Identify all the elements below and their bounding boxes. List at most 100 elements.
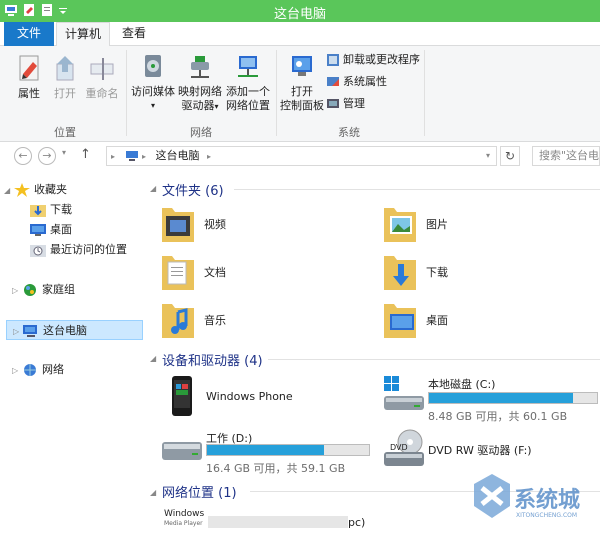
open-button[interactable]: 打开 [50,54,80,101]
system-drive-icon [384,376,424,410]
computer-icon [23,325,37,337]
chevron-down-icon[interactable]: ▾ [486,147,490,165]
section-divider [268,359,600,360]
collapse-icon[interactable]: ◢ [4,181,14,201]
nav-label: 收藏夹 [34,183,67,196]
device-drive-d[interactable]: 工作 (D:) 16.4 GB 可用，共 59.1 GB [158,426,378,475]
add-network-location-button[interactable]: 添加一个 网络位置 [224,52,272,113]
nav-desktop[interactable]: 桌面 [30,220,72,240]
forward-button[interactable]: → [38,147,56,165]
tab-computer[interactable]: 计算机 [56,22,110,47]
nav-label: 网络 [42,363,64,376]
folder-documents[interactable]: 文档 [160,252,360,292]
windows-media-player-logo: Windows Media Player [164,510,204,528]
nav-network[interactable]: ▷ 网络 [12,360,64,380]
drive-usage-bar [206,444,370,456]
control-panel-label-2: 控制面板 [280,99,324,112]
ribbon-separator [276,50,277,136]
nav-label: 最近访问的位置 [50,243,127,256]
collapse-icon[interactable]: ◢ [150,184,156,193]
nav-downloads[interactable]: 下载 [30,200,72,220]
drive-free-space: 8.48 GB 可用，共 60.1 GB [428,410,568,423]
chevron-right-icon: ▸ [142,152,147,161]
media-icon [145,55,161,77]
collapse-icon[interactable]: ◢ [150,488,156,497]
folder-label: 视频 [204,218,226,231]
folder-downloads[interactable]: 下载 [382,252,582,292]
network-location-item[interactable]: Windows Media Player pc) [164,506,384,542]
add-location-label-1: 添加一个 [226,85,270,98]
control-panel-icon [292,56,312,76]
section-network-locations-header[interactable]: 网络位置 (1) [162,482,237,501]
device-windows-phone[interactable]: Windows Phone [166,374,366,418]
refresh-button[interactable]: ↻ [500,146,520,166]
nav-favorites[interactable]: ◢ 收藏夹 [4,180,67,200]
folder-label: 桌面 [426,314,448,327]
folder-label: 音乐 [204,314,226,327]
folder-label: 下载 [426,266,448,279]
rename-button[interactable]: 重命名 [84,54,120,101]
nav-homegroup[interactable]: ▷ 家庭组 [12,280,75,300]
device-drive-c[interactable]: 本地磁盘 (C:) 8.48 GB 可用，共 60.1 GB [380,374,600,423]
collapse-icon[interactable]: ◢ [150,354,156,363]
desktop-folder-icon [384,304,416,338]
network-icon [24,364,36,376]
group-system-label: 系统 [338,126,360,139]
chevron-right-icon: ▸ [207,152,212,161]
uninstall-button[interactable]: 卸载或更改程序 [326,52,420,68]
address-toolbar: ← → ▾ ↑ ▸ ▸ 这台电脑 ▸ ▾ ↻ 搜索"这台电脑" [0,142,600,170]
add-location-label-2: 网络位置 [226,99,270,112]
expand-icon[interactable]: ▷ [13,322,23,342]
open-label: 打开 [54,87,76,100]
control-panel-button[interactable]: 打开 控制面板 [280,52,324,113]
control-panel-label-1: 打开 [291,85,313,98]
title-bar: 这台电脑 [0,0,600,22]
manage-button[interactable]: 管理 [326,96,365,112]
group-network-label: 网络 [190,126,212,139]
section-devices-header[interactable]: 设备和驱动器 (4) [162,350,263,369]
drive-free-space: 16.4 GB 可用，共 59.1 GB [206,462,346,475]
recent-locations-button[interactable]: ▾ [62,148,66,157]
folder-pictures[interactable]: 图片 [382,204,582,244]
watermark-emblem-icon [474,474,510,518]
nav-this-pc[interactable]: ▷ 这台电脑 [6,320,143,340]
nav-label: 家庭组 [42,283,75,296]
watermark-text: 系统城 [514,488,581,513]
access-media-button[interactable]: 访问媒体 ▾ [130,52,176,113]
watermark-logo: 系统城 XITONGCHENG.COM [450,462,600,542]
properties-icon [19,55,39,81]
map-drive-button[interactable]: 映射网络 驱动器▾ [176,52,224,114]
expand-icon[interactable]: ▷ [12,281,22,301]
chevron-right-icon: ▸ [111,152,116,161]
back-button[interactable]: ← [14,147,32,165]
search-input[interactable]: 搜索"这台电脑" [532,146,600,166]
folder-videos[interactable]: 视频 [160,204,360,244]
rename-icon [90,58,114,80]
drive-usage-fill [429,393,574,403]
address-path: 这台电脑 [155,149,200,162]
up-button[interactable]: ↑ [80,147,91,162]
section-divider [234,189,600,190]
desktop-icon [30,224,46,236]
nav-recent[interactable]: 最近访问的位置 [30,240,127,260]
properties-button[interactable]: 属性 [14,54,44,101]
tab-file[interactable]: 文件 [4,22,54,46]
drive-usage-bar [428,392,598,404]
manage-label: 管理 [343,97,365,110]
group-location-label: 位置 [54,126,76,139]
tab-view[interactable]: 查看 [114,22,154,46]
drive-label: DVD RW 驱动器 (F:) [428,444,532,457]
expand-icon[interactable]: ▷ [12,361,22,381]
address-bar[interactable]: ▸ ▸ 这台电脑 ▸ ▾ [106,146,497,166]
music-folder-icon [162,304,194,338]
section-folders-header[interactable]: 文件夹 (6) [162,180,224,199]
recent-places-icon [30,245,46,257]
nav-label: 桌面 [50,223,72,236]
manage-icon [327,99,339,108]
folder-desktop[interactable]: 桌面 [382,300,582,340]
map-drive-label-1: 映射网络 [178,85,222,98]
system-properties-button[interactable]: 系统属性 [326,74,387,90]
folder-music[interactable]: 音乐 [160,300,360,340]
network-drive-icon [191,56,209,78]
folder-label: 图片 [426,218,448,231]
